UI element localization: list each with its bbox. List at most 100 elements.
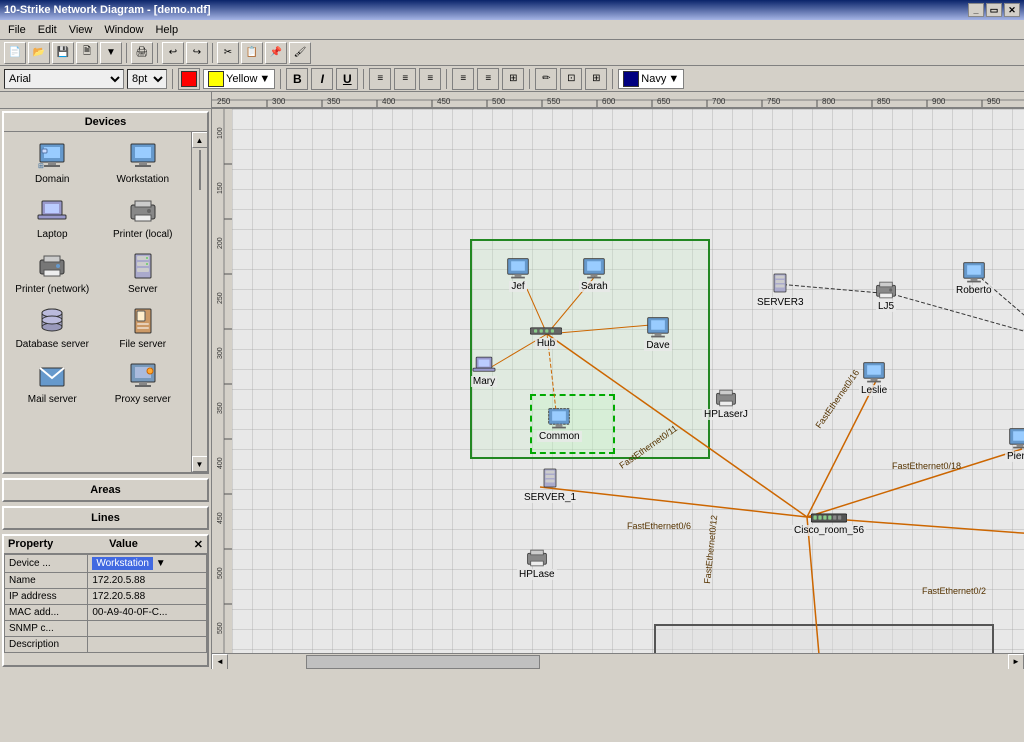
align-center-button[interactable]: ≡ (394, 68, 416, 90)
list-button[interactable]: ⊞ (502, 68, 524, 90)
size-selector[interactable]: 8pt (127, 69, 167, 89)
node-hplase[interactable]: HPLase (517, 547, 557, 580)
menu-view[interactable]: View (63, 22, 99, 38)
device-printer-local[interactable]: Printer (local) (99, 191, 188, 244)
scroll-track[interactable] (197, 148, 203, 456)
svg-text:500: 500 (217, 567, 224, 579)
cut-button[interactable]: ✂ (217, 42, 239, 64)
open-button[interactable]: 📂 (28, 42, 50, 64)
device-laptop[interactable]: Laptop (8, 191, 97, 244)
fill-color-dropdown[interactable]: ▼ (259, 73, 270, 85)
line-color-dropdown[interactable]: ▼ (668, 73, 679, 85)
scroll-up[interactable]: ▲ (192, 132, 208, 148)
undo-button[interactable]: ↩ (162, 42, 184, 64)
align-right-button[interactable]: ≡ (419, 68, 441, 90)
device-database[interactable]: Database server (8, 301, 97, 354)
hscroll-thumb[interactable] (306, 655, 540, 669)
domain-icon: ⊞ (36, 140, 68, 172)
close-button[interactable]: ✕ (1004, 3, 1020, 17)
canvas-area[interactable]: 100 150 200 250 300 350 400 450 (212, 109, 1024, 669)
node-server3[interactable]: SERVER3 (755, 269, 806, 308)
device-type-dropdown[interactable]: ▼ (156, 558, 166, 569)
devices-panel: Devices ⊞ Domain (2, 111, 209, 474)
node-jacques[interactable]: Jacques (906, 652, 947, 653)
redo-button[interactable]: ↪ (186, 42, 208, 64)
options-button[interactable]: ▼ (100, 42, 122, 64)
italic-button[interactable]: I (311, 68, 333, 90)
underline-button[interactable]: U (336, 68, 358, 90)
print-button[interactable]: 🖨 (131, 42, 153, 64)
font-selector[interactable]: Arial (4, 69, 124, 89)
spacing-button[interactable]: ≡ (452, 68, 474, 90)
node-server1[interactable]: SERVER_1 (522, 464, 578, 503)
properties-panel: Property Value ✕ Device ... Workstation … (2, 534, 209, 667)
align-left-button[interactable]: ≡ (369, 68, 391, 90)
prop-value-device[interactable]: Workstation ▼ (88, 555, 207, 573)
node-cisco[interactable]: Cisco_room_56 (792, 511, 866, 536)
svg-text:450: 450 (217, 512, 224, 524)
save-all-button[interactable]: 🗎 (76, 42, 98, 64)
save-button[interactable]: 💾 (52, 42, 74, 64)
shape-button[interactable]: ⊡ (560, 68, 582, 90)
node-roberto-label: Roberto (954, 285, 994, 296)
menu-help[interactable]: Help (149, 22, 184, 38)
scroll-down[interactable]: ▼ (192, 456, 208, 472)
line-color-selector[interactable]: Navy ▼ (618, 69, 684, 89)
devices-title: Devices (85, 116, 127, 128)
node-hub1[interactable]: Hub (530, 324, 562, 349)
minimize-button[interactable]: _ (968, 3, 984, 17)
node-pierre[interactable]: Pierre (1005, 427, 1024, 462)
border-button[interactable]: ⊞ (585, 68, 607, 90)
node-hplaserj2[interactable]: HPLaserJ (702, 387, 750, 420)
node-sarah[interactable]: Sarah (579, 257, 610, 292)
areas-button[interactable]: Areas (2, 478, 209, 502)
node-dave[interactable]: Dave (644, 316, 672, 351)
hscroll-left[interactable]: ◄ (212, 654, 228, 670)
prop-row-mac: MAC add... 00-A9-40-0F-C... (5, 605, 207, 621)
horizontal-scrollbar[interactable]: ◄ ► (212, 653, 1024, 669)
copy-button[interactable]: 📋 (241, 42, 263, 64)
draw-button[interactable]: ✏ (535, 68, 557, 90)
prop-value-ip: 172.20.5.88 (88, 589, 207, 605)
prop-value-name: 172.20.5.88 (88, 573, 207, 589)
node-lj5[interactable]: LJ5 (872, 279, 900, 312)
restore-button[interactable]: ▭ (986, 3, 1002, 17)
device-file-server[interactable]: File server (99, 301, 188, 354)
hscroll-right[interactable]: ► (1008, 654, 1024, 670)
device-workstation[interactable]: Workstation (99, 136, 188, 189)
device-domain[interactable]: ⊞ Domain (8, 136, 97, 189)
laptop-icon (36, 195, 68, 227)
bold-button[interactable]: B (286, 68, 308, 90)
fill-color-selector[interactable]: Yellow ▼ (203, 69, 275, 89)
device-server[interactable]: Server (99, 246, 188, 299)
diagram-container[interactable]: FastEthernet0/11 FastEthernet0/16 FastEt… (232, 109, 1024, 653)
node-server2[interactable]: server2 (487, 649, 524, 653)
text-color-button[interactable] (178, 68, 200, 90)
indent-button[interactable]: ≡ (477, 68, 499, 90)
node-leslie[interactable]: Leslie (859, 361, 889, 396)
devices-scroll: ⊞ Domain Workstation (4, 132, 207, 472)
menu-edit[interactable]: Edit (32, 22, 63, 38)
format-painter-button[interactable]: 🖌 (289, 42, 311, 64)
menu-file[interactable]: File (2, 22, 32, 38)
node-roberto[interactable]: Roberto (954, 261, 994, 296)
node-common[interactable]: Common (537, 407, 582, 442)
device-proxy-server[interactable]: Proxy server (99, 356, 188, 409)
node-mary[interactable]: Mary (470, 354, 498, 387)
device-mail-server-label: Mail server (28, 394, 77, 405)
menu-window[interactable]: Window (98, 22, 149, 38)
node-hplase-label: HPLase (517, 569, 557, 580)
hscroll-track[interactable] (228, 654, 1008, 670)
lines-button[interactable]: Lines (2, 506, 209, 530)
proxy-server-icon (127, 360, 159, 392)
scroll-thumb[interactable] (199, 150, 201, 190)
device-printer-network[interactable]: Printer (network) (8, 246, 97, 299)
node-scott[interactable]: Scott (700, 652, 728, 653)
svg-text:700: 700 (712, 97, 726, 106)
device-mail-server[interactable]: Mail server (8, 356, 97, 409)
new-button[interactable]: 📄 (4, 42, 26, 64)
paste-button[interactable]: 📌 (265, 42, 287, 64)
props-close[interactable]: ✕ (194, 538, 203, 551)
props-value-col: Value (109, 538, 138, 551)
node-jef[interactable]: Jef (504, 257, 532, 292)
